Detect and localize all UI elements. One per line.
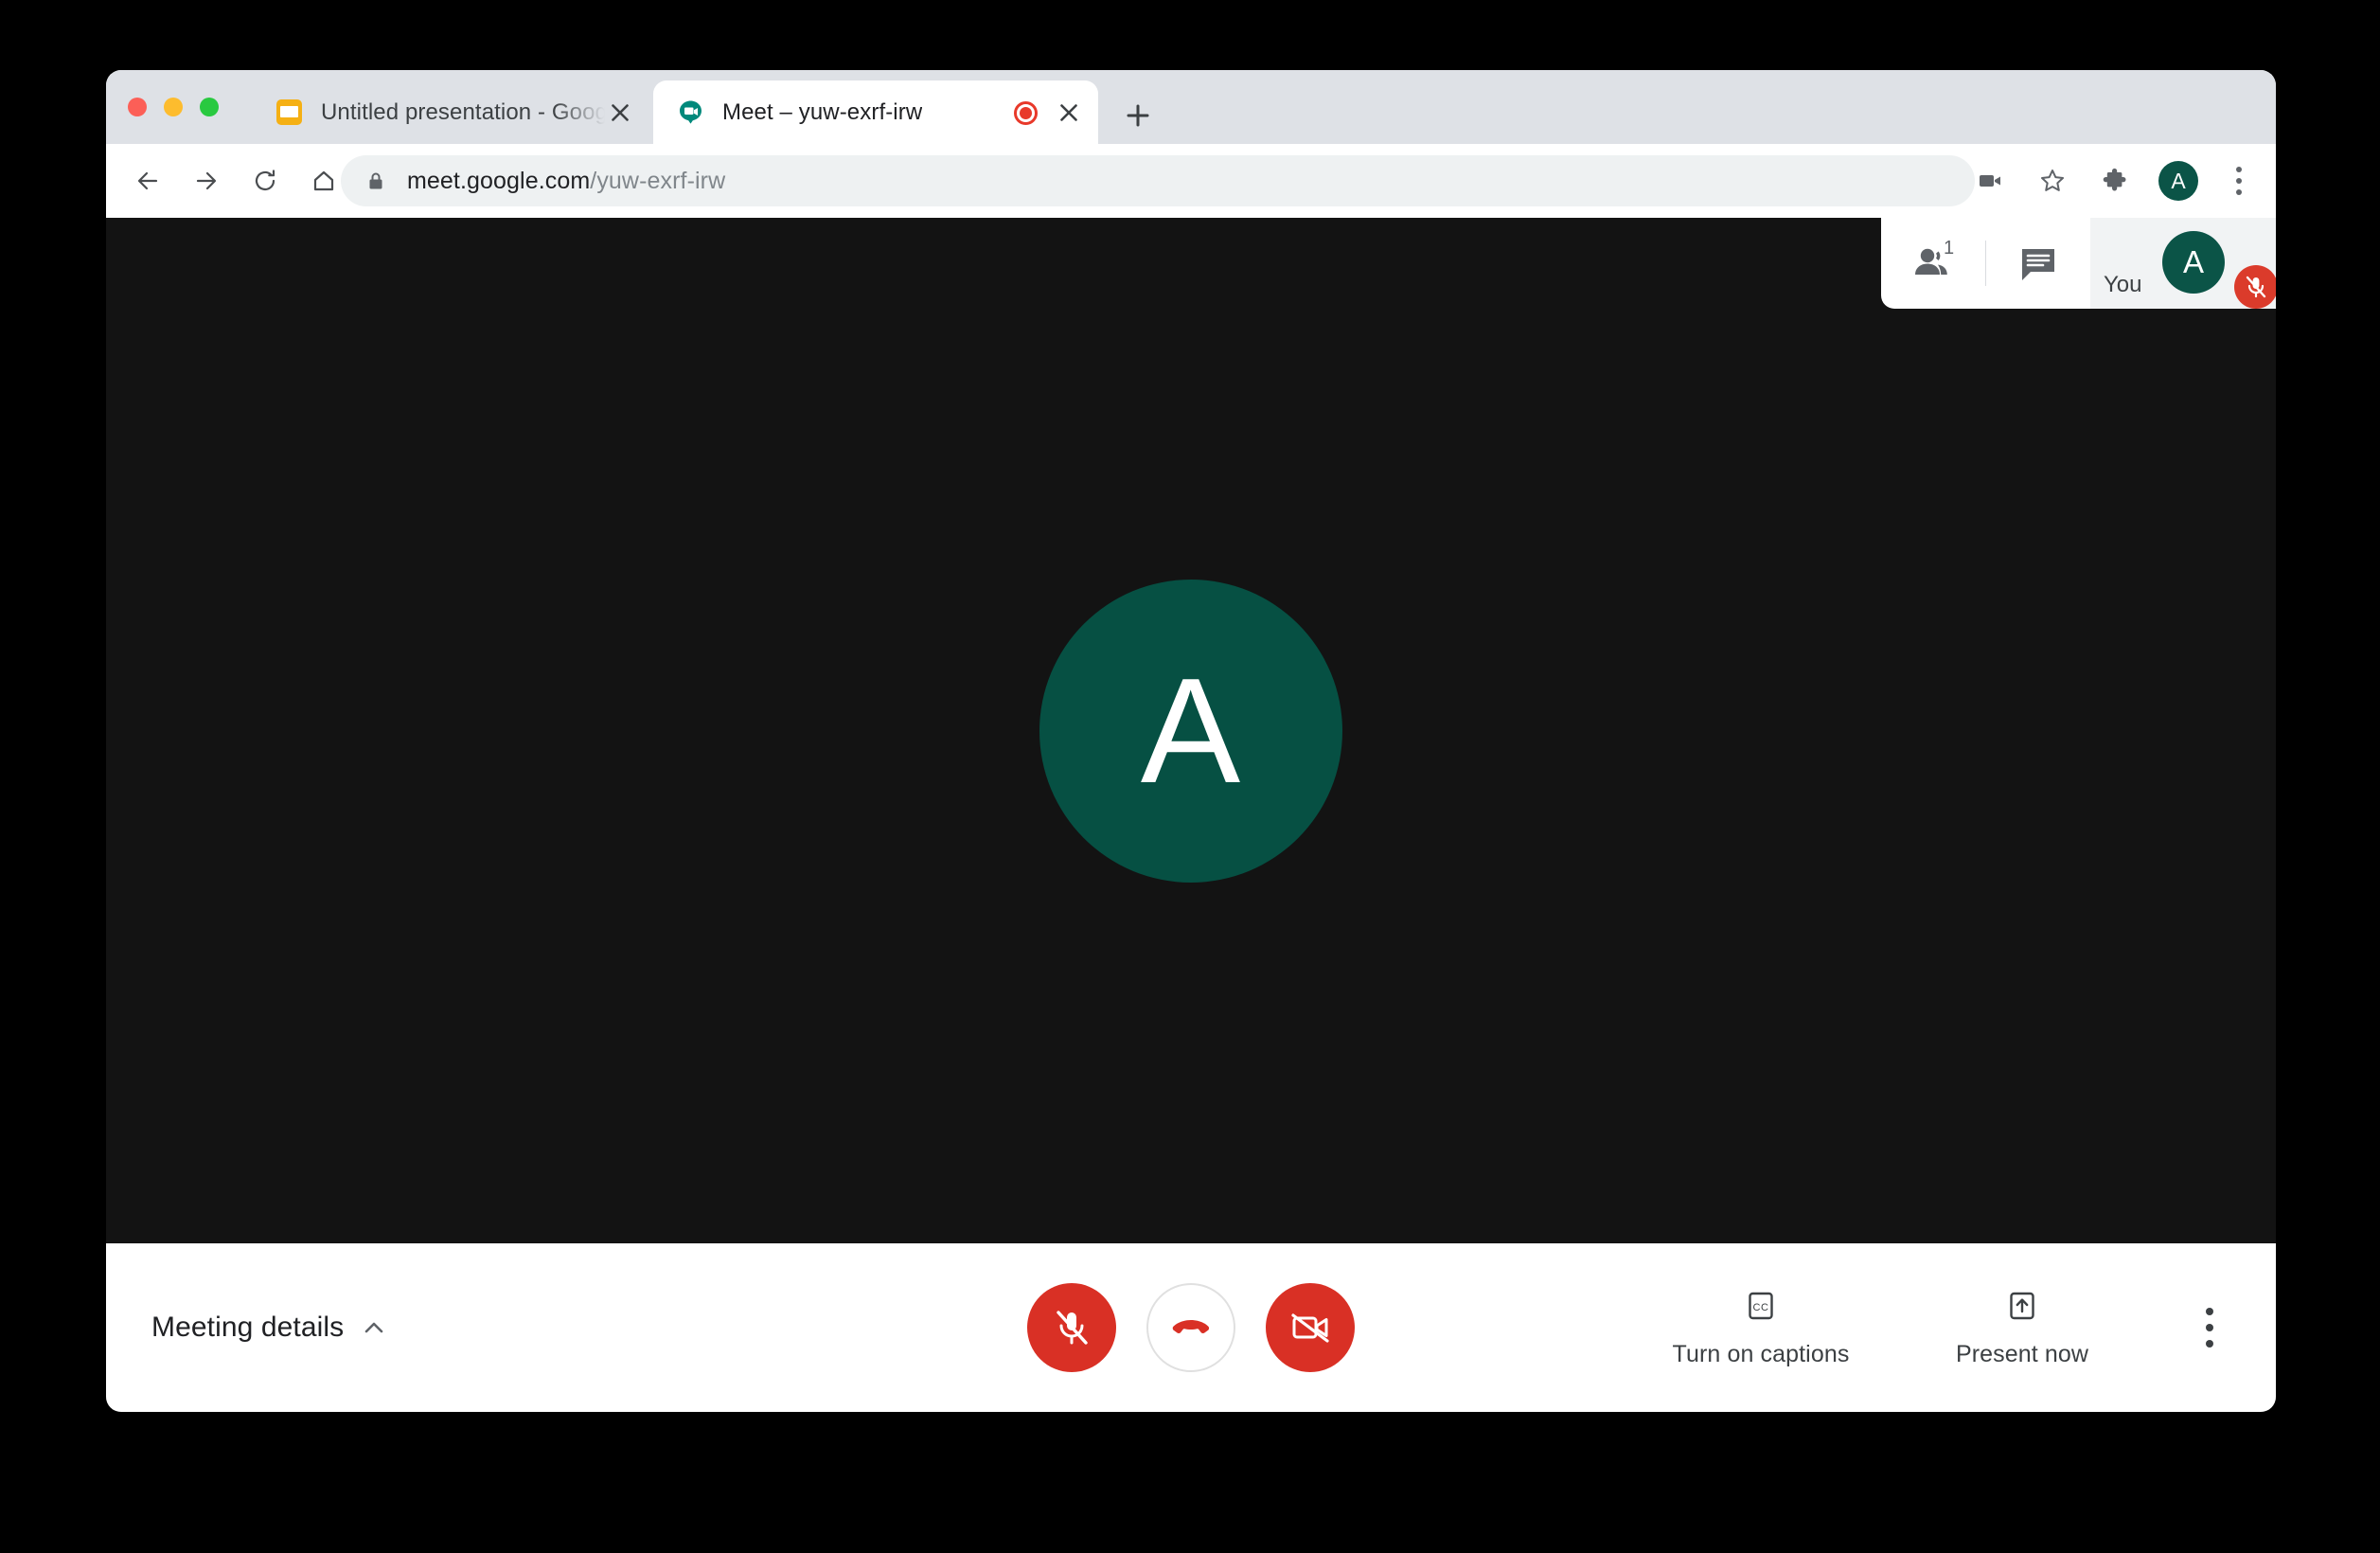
tab-close-icon[interactable] [604,97,636,129]
video-stage: A 1 [106,218,2276,1243]
home-button[interactable] [303,160,345,202]
slides-icon [276,99,302,125]
tab-title: Untitled presentation - Google [321,99,605,126]
meet-page: A 1 [106,218,2276,1412]
window-maximize-button[interactable] [200,98,219,116]
reload-button[interactable] [244,160,286,202]
browser-window: Untitled presentation - Google Meet – [106,70,2276,1412]
toolbar-actions: A [1971,155,2255,206]
window-minimize-button[interactable] [164,98,183,116]
window-close-button[interactable] [128,98,147,116]
meeting-details-label: Meeting details [151,1312,344,1344]
browser-toolbar: meet.google.com/yuw-exrf-irw [106,144,2276,218]
address-bar[interactable]: meet.google.com/yuw-exrf-irw [341,155,1975,206]
mic-off-button[interactable] [1027,1283,1116,1372]
mic-off-icon [2234,265,2276,309]
screenshot-root: Untitled presentation - Google Meet – [0,0,2380,1553]
star-icon[interactable] [2034,162,2071,200]
meet-right-actions: CC Turn on captions Present now [1666,1287,2230,1368]
tab-recording-indicator-icon [1014,101,1038,125]
turn-on-captions-button[interactable]: CC Turn on captions [1666,1287,1856,1368]
browser-menu-icon[interactable] [2223,162,2255,200]
meet-bottom-bar: Meeting details [106,1243,2276,1412]
puzzle-icon[interactable] [2096,162,2134,200]
people-button[interactable]: 1 [1881,218,1985,309]
present-now-label: Present now [1956,1341,2088,1368]
lock-icon [365,170,386,191]
video-camera-icon[interactable] [1971,162,2009,200]
tab-close-icon[interactable] [1053,97,1085,129]
address-bar-url: meet.google.com/yuw-exrf-irw [407,168,725,195]
hangup-button[interactable] [1146,1283,1235,1372]
url-domain: meet.google.com [407,168,590,194]
present-now-button[interactable]: Present now [1927,1287,2117,1368]
self-view-label: You [2104,274,2142,296]
chat-button[interactable] [1986,218,2090,309]
tab-title: Meet – yuw-exrf-irw [722,99,922,126]
svg-text:CC: CC [1753,1302,1769,1313]
camera-off-button[interactable] [1266,1283,1355,1372]
meet-icon [678,99,703,125]
self-view-avatar: A [2162,231,2225,294]
browser-tab-strip: Untitled presentation - Google Meet – [106,70,2276,144]
more-options-icon[interactable] [2189,1294,2230,1361]
meet-top-panel: 1 You A [1881,218,2276,309]
meeting-details-button[interactable]: Meeting details [151,1312,387,1344]
main-participant-initial: A [1141,656,1241,806]
call-controls [1027,1283,1355,1372]
back-button[interactable] [127,160,169,202]
tab-meet[interactable]: Meet – yuw-exrf-irw [653,80,1098,144]
new-tab-button[interactable] [1121,98,1155,133]
turn-on-captions-label: Turn on captions [1673,1341,1850,1368]
self-view-tile[interactable]: You A [2090,218,2276,309]
forward-button[interactable] [186,160,227,202]
profile-avatar[interactable]: A [2158,161,2198,201]
chevron-up-icon [361,1314,387,1341]
closed-caption-icon: CC [1742,1287,1780,1330]
url-path: /yuw-exrf-irw [590,168,725,194]
tab-untitled-presentation[interactable]: Untitled presentation - Google [256,80,653,144]
window-traffic-lights [128,98,219,116]
main-participant-avatar: A [1039,580,1342,883]
present-to-all-icon [2003,1287,2041,1330]
people-count-badge: 1 [1944,239,1954,258]
